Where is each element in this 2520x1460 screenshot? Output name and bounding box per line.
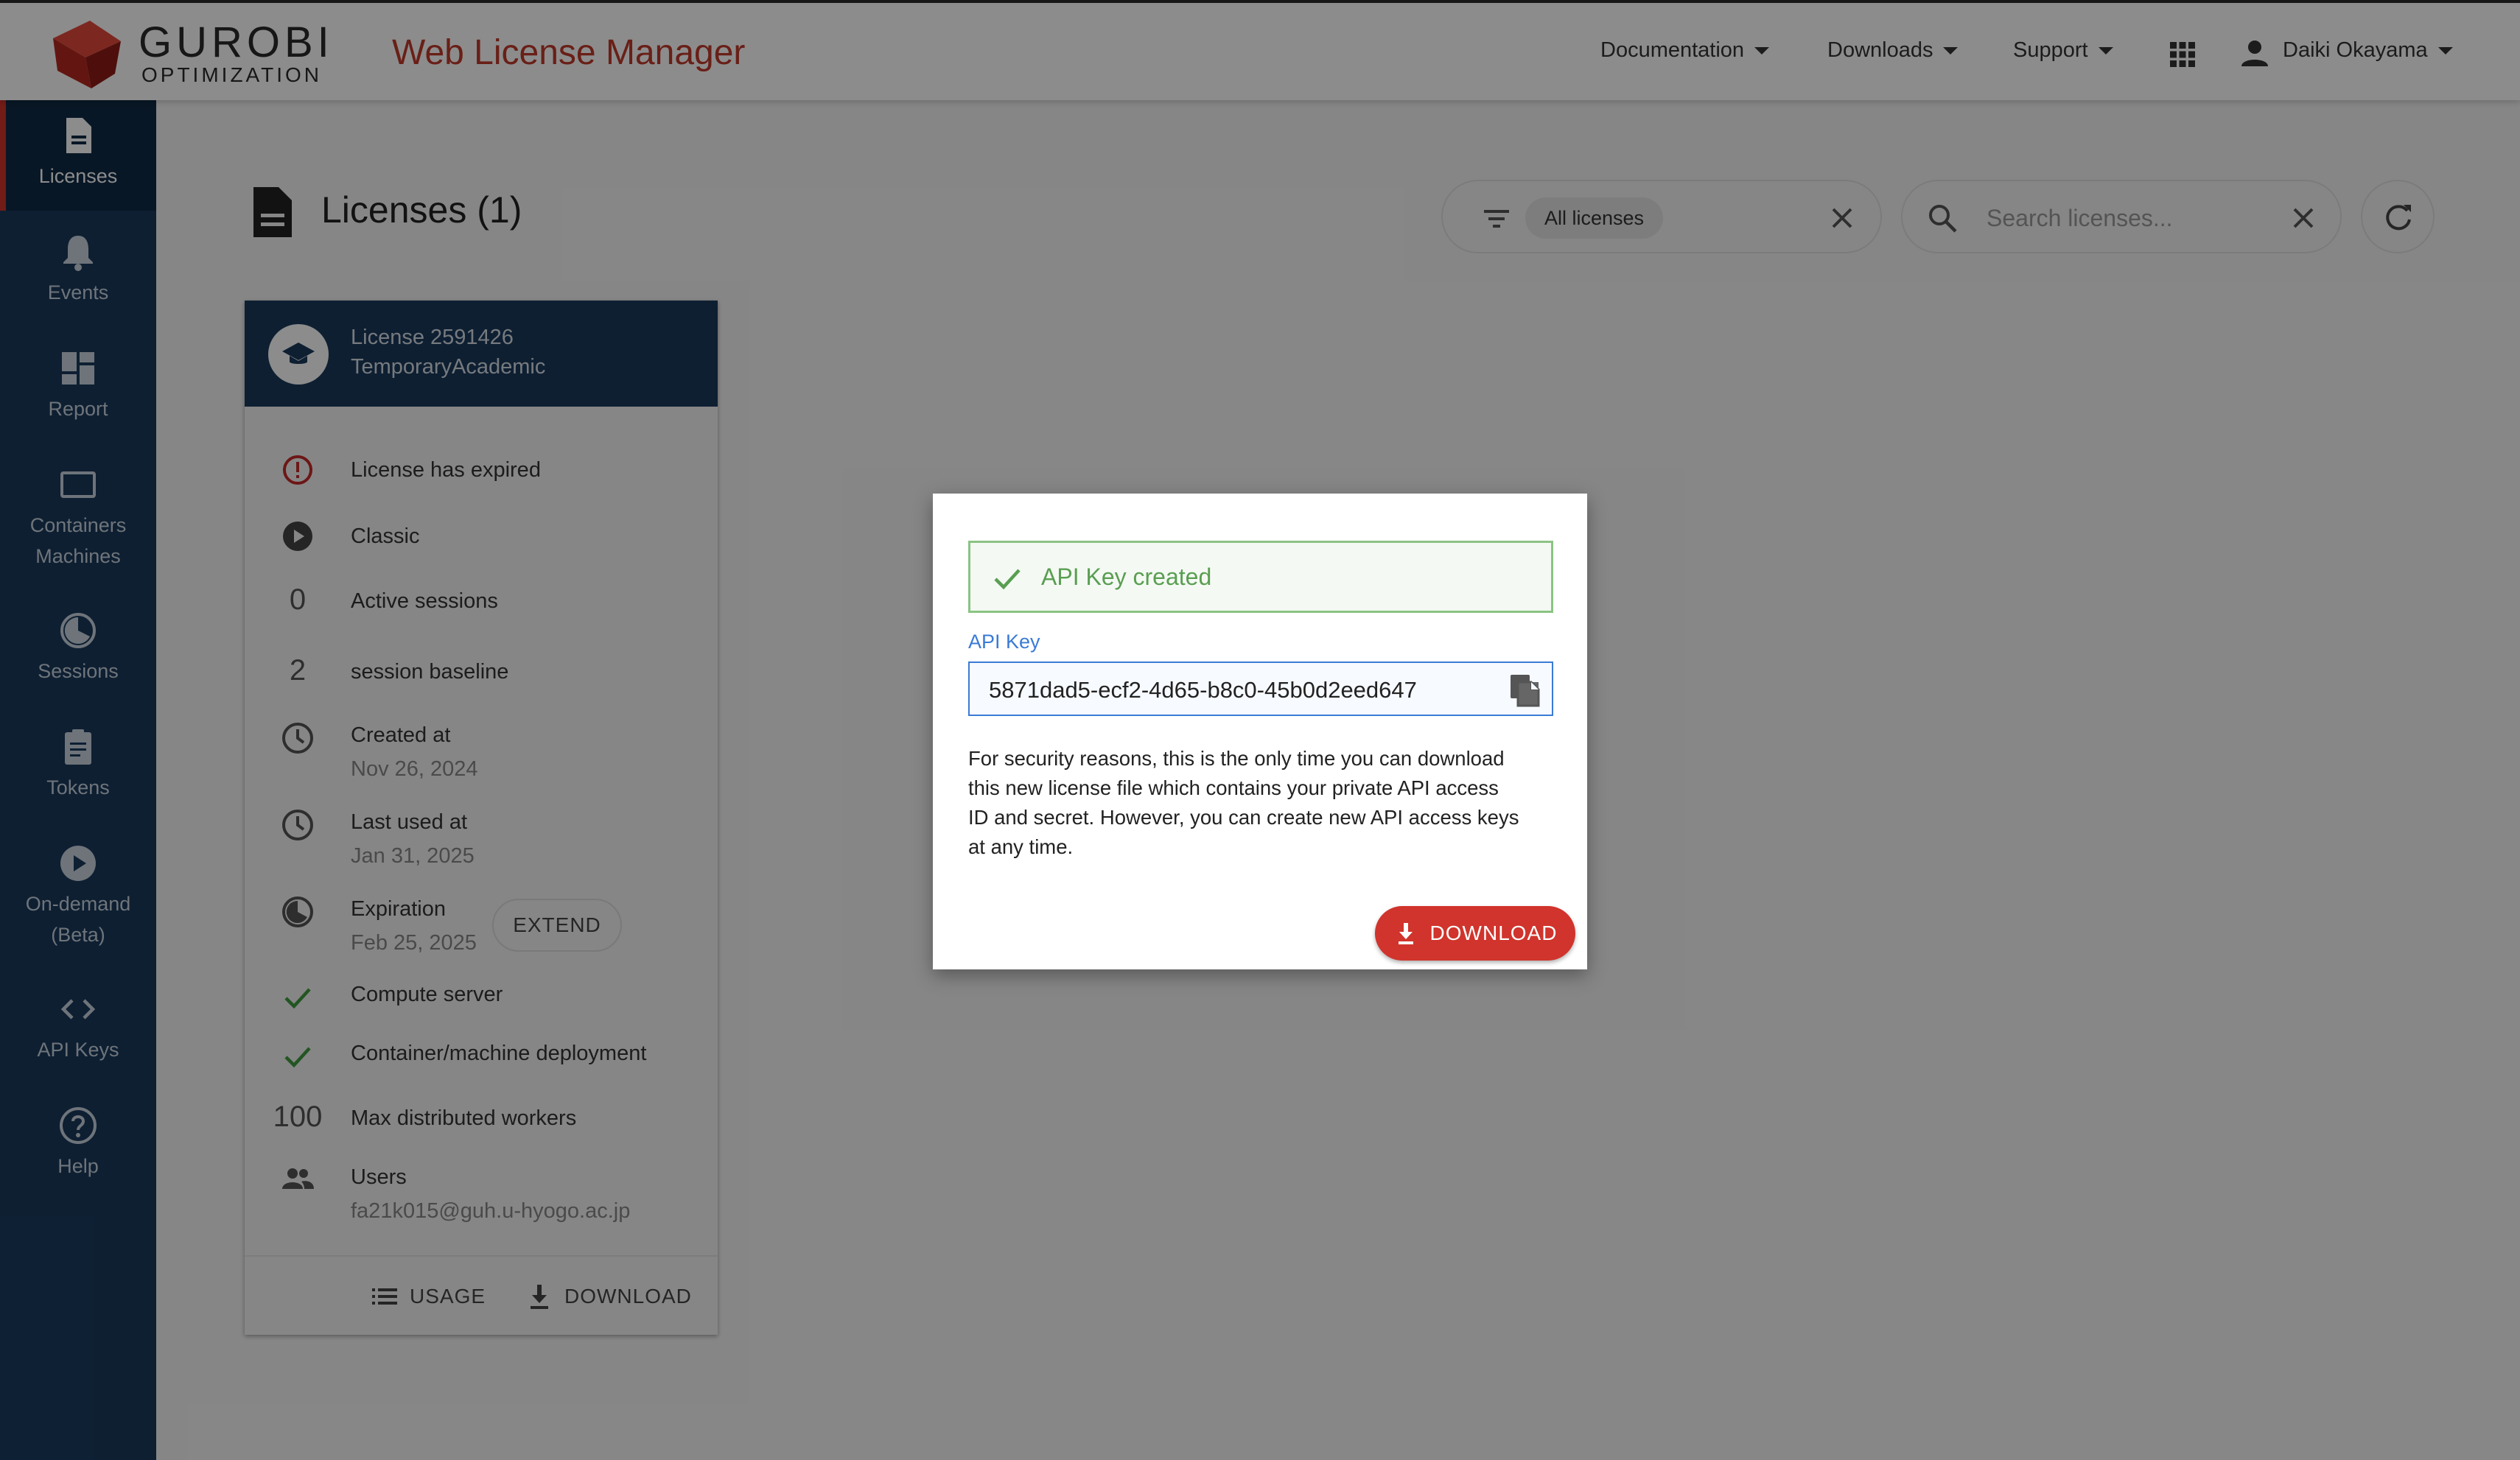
dialog-message: For security reasons, this is the only t…: [968, 744, 1558, 862]
api-key-field: [968, 661, 1553, 716]
api-key-label: API Key: [968, 631, 1040, 653]
copy-icon[interactable]: [1508, 673, 1541, 707]
dialog-download-label: DOWNLOAD: [1429, 922, 1558, 944]
dialog-message-line: at any time.: [968, 835, 1074, 858]
check-icon: [994, 569, 1021, 590]
alert-text: API Key created: [1041, 564, 1212, 590]
app-root: GUROBI OPTIMIZATION Web License Manager …: [0, 0, 2520, 1460]
api-key-dialog: API Key created API Key For security rea…: [933, 494, 1587, 969]
dialog-message-line: For security reasons, this is the only t…: [968, 747, 1505, 770]
api-key-input[interactable]: [987, 673, 1491, 707]
dialog-download-button[interactable]: DOWNLOAD: [1375, 906, 1575, 961]
dialog-message-line: this new license file which contains you…: [968, 776, 1499, 799]
download-icon: [1398, 923, 1413, 944]
success-alert: API Key created: [968, 541, 1553, 613]
dialog-message-line: ID and secret. However, you can create n…: [968, 806, 1519, 829]
